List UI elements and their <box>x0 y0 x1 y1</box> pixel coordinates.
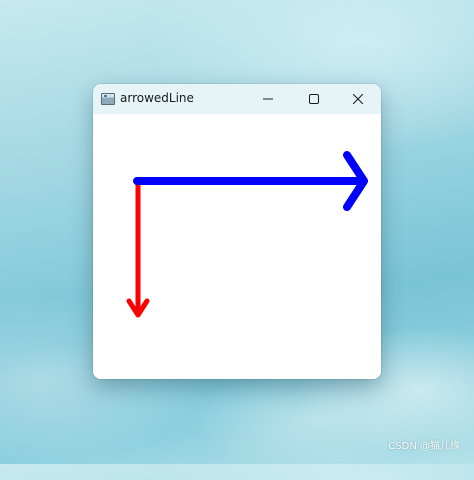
red-arrow-path <box>126 178 150 318</box>
minimize-button[interactable] <box>245 84 291 114</box>
maximize-button[interactable] <box>291 84 337 114</box>
blue-arrow-path <box>133 151 368 211</box>
drawing-canvas <box>93 114 381 379</box>
app-window: arrowedLine <box>93 84 381 379</box>
csdn-watermark: CSDN @猫儿缘 <box>388 441 460 452</box>
app-window-icon <box>101 93 115 105</box>
canvas-drawing <box>126 151 368 318</box>
close-icon <box>353 94 363 104</box>
minimize-icon <box>263 98 273 100</box>
maximize-icon <box>309 94 319 104</box>
blue-arrow <box>133 151 368 211</box>
title-bar[interactable]: arrowedLine <box>93 84 381 114</box>
red-arrow <box>126 178 150 318</box>
window-title: arrowedLine <box>120 91 194 105</box>
close-button[interactable] <box>335 84 381 114</box>
